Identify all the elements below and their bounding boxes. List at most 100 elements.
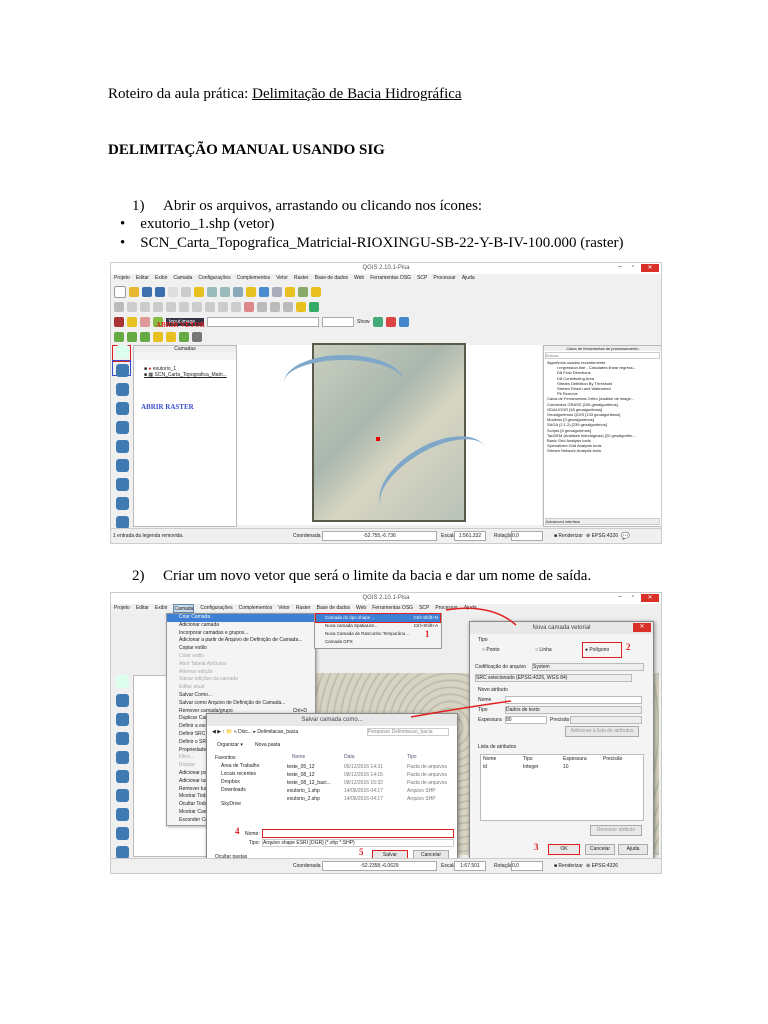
step1-number: 1) <box>132 198 145 214</box>
refresh-icon[interactable] <box>259 286 269 297</box>
bullet-2-text: SCN_Carta_Topografica_Matricial-RIOXINGU… <box>140 235 624 251</box>
layers-panel: Camadas ■ ● exutorio_1 ■ ▦ SCN_Carta_Top… <box>133 345 237 527</box>
classification-icon[interactable] <box>372 316 383 327</box>
stretch-icon[interactable] <box>127 331 137 342</box>
rotation-field[interactable]: 0,0 <box>511 531 543 541</box>
layer-name: SCN_Carta_Topografica_Matri... <box>154 372 227 378</box>
annotation-icon[interactable] <box>296 301 306 312</box>
menu-ajuda[interactable]: Ajuda <box>462 274 475 283</box>
coord-field[interactable]: -52.755,-6.736 <box>322 531 437 541</box>
rgb-icon[interactable] <box>140 316 150 327</box>
coord-field[interactable]: -52.2358,-6.0629 <box>322 861 437 871</box>
table-icon[interactable] <box>298 286 308 297</box>
undo-icon[interactable] <box>270 301 280 312</box>
zoom-in-icon[interactable] <box>207 286 217 297</box>
pan-icon[interactable] <box>181 286 191 297</box>
qgis-screenshot-2: QGIS 2.10.1-Pisa – ▫ ✕ Projeto Editar Exibir… <box>110 592 662 874</box>
copy-icon[interactable] <box>218 301 228 312</box>
grid-icon[interactable] <box>179 331 189 342</box>
add-raster-icon[interactable] <box>115 364 129 377</box>
color-icon[interactable] <box>127 316 137 327</box>
advanced-interface-select[interactable]: Advanced interface <box>545 518 660 525</box>
add-wcs-icon[interactable] <box>115 478 129 491</box>
add-line-icon[interactable] <box>166 331 176 342</box>
preview-icon[interactable] <box>398 316 409 327</box>
add-wms-icon[interactable] <box>115 459 129 472</box>
raster-calc-icon[interactable] <box>192 331 202 342</box>
menu-camada[interactable]: Camada <box>173 274 192 283</box>
zoom-full-icon[interactable] <box>233 286 243 297</box>
scale-field[interactable]: 1:561.332 <box>454 531 486 541</box>
crs-button[interactable]: EPSG:4326 <box>592 863 618 869</box>
rotation-label: Rotação <box>494 863 513 869</box>
menu-base-dados[interactable]: Base de dados <box>315 274 348 283</box>
scale-field[interactable]: 1:67.501 <box>454 861 486 871</box>
label-icon[interactable] <box>244 301 254 312</box>
menu-config[interactable]: Configurações <box>198 274 230 283</box>
menu-vetor[interactable]: Vetor <box>276 274 288 283</box>
cut-icon[interactable] <box>205 301 215 312</box>
digitize-icon[interactable] <box>114 301 124 312</box>
section-title: DELIMITAÇÃO MANUAL USANDO SIG <box>108 142 385 158</box>
add-mssql-icon[interactable] <box>115 421 129 434</box>
menu-ferramentas[interactable]: Ferramentas OSG <box>370 274 411 283</box>
scp-icon[interactable] <box>114 316 124 327</box>
new-project-icon[interactable] <box>114 285 126 298</box>
menu-exibir[interactable]: Exibir <box>155 274 168 283</box>
select-icon[interactable] <box>285 286 295 297</box>
coord-label: Coordenada <box>293 533 321 539</box>
label-tool-icon[interactable] <box>257 301 267 312</box>
add-spatialite-icon[interactable] <box>115 402 129 415</box>
zoom-out-icon[interactable] <box>220 286 230 297</box>
stats-icon[interactable] <box>140 331 150 342</box>
histogram-icon[interactable] <box>114 331 124 342</box>
menu-processar[interactable]: Processar <box>433 274 456 283</box>
menu-projeto[interactable]: Projeto <box>114 274 130 283</box>
step2-number: 2) <box>132 568 145 584</box>
map-canvas[interactable] <box>237 343 542 536</box>
open-icon[interactable] <box>129 286 139 297</box>
render-checkbox[interactable]: Renderizar <box>558 533 582 539</box>
sum-icon[interactable] <box>311 286 321 297</box>
paste-icon[interactable] <box>231 301 241 312</box>
layer-item-carta[interactable]: ■ ▦ SCN_Carta_Topografica_Matri... <box>134 372 236 378</box>
band-select[interactable] <box>207 316 319 327</box>
rotation-field[interactable]: 0,0 <box>511 861 543 871</box>
add-point-icon[interactable] <box>153 331 163 342</box>
menu-raster[interactable]: Raster <box>294 274 309 283</box>
render-checkbox[interactable]: Renderizar <box>558 863 582 869</box>
pan-selection-icon[interactable] <box>194 286 204 297</box>
messages-icon[interactable]: 💬 <box>621 532 630 540</box>
processing-search[interactable]: Buscar... <box>545 352 660 359</box>
add-oracle-icon[interactable] <box>115 440 129 453</box>
status-bar: Coordenada -52.2358,-6.0629 Escala 1:67.… <box>111 858 661 873</box>
edit-icon[interactable] <box>127 301 137 312</box>
node-tool-icon[interactable] <box>179 301 189 312</box>
zoom-layer-icon[interactable] <box>246 286 256 297</box>
window-controls: – ▫ ✕ <box>615 264 659 272</box>
add-vector-icon[interactable] <box>115 345 129 358</box>
add-wfs-icon[interactable] <box>115 497 129 510</box>
print-icon[interactable] <box>168 286 178 297</box>
menu-scp[interactable]: SCP <box>417 274 427 283</box>
step2-text: Criar um novo vetor que será o limite da… <box>163 568 592 584</box>
delete-icon[interactable] <box>192 301 202 312</box>
menu-complementos[interactable]: Complementos <box>237 274 271 283</box>
processing-item[interactable]: Stream Network Analysis tools <box>547 448 661 453</box>
redo-icon[interactable] <box>283 301 293 312</box>
save-as-icon[interactable] <box>155 286 165 297</box>
save-icon[interactable] <box>142 286 152 297</box>
plugin-icon[interactable] <box>309 301 319 312</box>
add-feature-icon[interactable] <box>153 301 163 312</box>
add-postgis-icon[interactable] <box>115 383 129 396</box>
move-feature-icon[interactable] <box>166 301 176 312</box>
menu-web[interactable]: Web <box>354 274 364 283</box>
rgb-field[interactable] <box>322 316 354 327</box>
identify-icon[interactable] <box>272 286 282 297</box>
header-line: Roteiro da aula prática: Delimitação de … <box>108 86 462 103</box>
save-edits-icon[interactable] <box>140 301 150 312</box>
roi-icon[interactable] <box>385 316 396 327</box>
coord-label: Coordenada <box>293 863 321 869</box>
crs-button[interactable]: EPSG:4326 <box>592 533 618 539</box>
menu-editar[interactable]: Editar <box>136 274 149 283</box>
